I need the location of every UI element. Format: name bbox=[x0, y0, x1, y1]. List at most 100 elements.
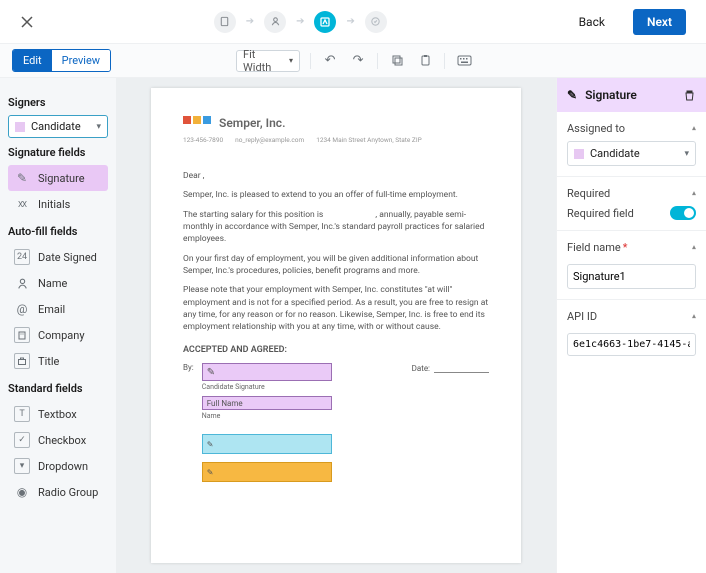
doc-meta: 123-456-7890 no_reply@example.com 1234 M… bbox=[183, 136, 489, 144]
signature-fields-heading: Signature fields bbox=[8, 146, 108, 159]
required-heading: Required▾ bbox=[567, 187, 696, 200]
field-company[interactable]: Company bbox=[8, 322, 108, 348]
placed-field-orange[interactable]: ✎ bbox=[202, 462, 332, 482]
doc-company: Semper, Inc. bbox=[219, 116, 285, 130]
step-signer-icon bbox=[264, 11, 286, 33]
field-label: Checkbox bbox=[38, 434, 86, 447]
radio-icon: ◉ bbox=[14, 484, 30, 500]
pen-icon: ✎ bbox=[207, 440, 214, 449]
at-icon: @ bbox=[14, 301, 30, 317]
next-button[interactable]: Next bbox=[633, 9, 686, 35]
mode-tabs: Edit Preview bbox=[12, 49, 111, 72]
step-review-icon bbox=[365, 11, 387, 33]
clipboard-icon[interactable] bbox=[416, 52, 434, 70]
chevron-down-icon: ▾ bbox=[96, 122, 101, 132]
building-icon bbox=[14, 327, 30, 343]
signer-select[interactable]: Candidate ▾ bbox=[8, 115, 108, 138]
placed-signature-field[interactable]: ✎ bbox=[202, 363, 332, 381]
field-email[interactable]: @ Email bbox=[8, 296, 108, 322]
placed-field-blue[interactable]: ✎ bbox=[202, 434, 332, 454]
assignee-label: Candidate bbox=[590, 147, 640, 160]
field-title[interactable]: Title bbox=[8, 348, 108, 374]
delete-icon[interactable] bbox=[683, 89, 696, 102]
doc-paragraph: Please note that your employment with Se… bbox=[183, 284, 489, 333]
redo-icon[interactable]: ↷ bbox=[349, 52, 367, 70]
checkbox-icon: ✓ bbox=[14, 432, 30, 448]
field-label: Title bbox=[38, 355, 59, 368]
required-toggle[interactable] bbox=[670, 206, 696, 220]
field-label: Dropdown bbox=[38, 460, 88, 473]
required-label: Required field bbox=[567, 207, 634, 220]
undo-icon[interactable]: ↶ bbox=[321, 52, 339, 70]
assignee-select[interactable]: Candidate ▾ bbox=[567, 141, 696, 166]
pen-icon: ✎ bbox=[207, 367, 215, 378]
document-page: Semper, Inc. 123-456-7890 no_reply@examp… bbox=[151, 88, 521, 563]
field-name[interactable]: Name bbox=[8, 270, 108, 296]
api-id-label: API ID▾ bbox=[567, 310, 696, 323]
document-canvas[interactable]: Semper, Inc. 123-456-7890 no_reply@examp… bbox=[116, 78, 556, 573]
doc-date-label: Date: bbox=[412, 364, 430, 373]
textbox-icon: T bbox=[14, 406, 30, 422]
assigned-to-label: Assigned to▾ bbox=[567, 122, 696, 135]
signers-heading: Signers bbox=[8, 96, 108, 109]
tab-edit[interactable]: Edit bbox=[13, 50, 52, 71]
pen-icon: ✎ bbox=[207, 468, 214, 477]
close-icon[interactable] bbox=[20, 15, 36, 29]
field-signature[interactable]: ✎ Signature bbox=[8, 165, 108, 191]
dropdown-icon: ▾ bbox=[14, 458, 30, 474]
field-textbox[interactable]: T Textbox bbox=[8, 401, 108, 427]
tab-preview[interactable]: Preview bbox=[52, 50, 110, 71]
briefcase-icon bbox=[14, 353, 30, 369]
doc-paragraph: The starting salary for this position is… bbox=[183, 209, 489, 246]
doc-paragraph: On your first day of employment, you wil… bbox=[183, 253, 489, 278]
field-label: Initials bbox=[38, 198, 70, 211]
step-document-icon bbox=[214, 11, 236, 33]
field-name-label: Field name* ▾ bbox=[567, 241, 696, 254]
field-name-input[interactable] bbox=[567, 264, 696, 289]
back-button[interactable]: Back bbox=[565, 9, 619, 35]
field-dropdown[interactable]: ▾ Dropdown bbox=[8, 453, 108, 479]
chevron-right-icon: ➔ bbox=[296, 16, 304, 27]
signer-swatch bbox=[15, 122, 25, 132]
signer-swatch bbox=[574, 149, 584, 159]
doc-paragraph: Semper, Inc. is pleased to extend to you… bbox=[183, 189, 489, 201]
doc-accepted-heading: ACCEPTED AND AGREED: bbox=[183, 345, 489, 355]
placed-name-field[interactable]: Full Name bbox=[202, 396, 332, 410]
chevron-right-icon: ➔ bbox=[346, 16, 354, 27]
step-fields-icon bbox=[314, 11, 336, 33]
chevron-up-icon: ▾ bbox=[692, 189, 696, 198]
logo-icon bbox=[183, 116, 211, 124]
chevron-up-icon: ▾ bbox=[692, 124, 696, 133]
field-date-signed[interactable]: 24 Date Signed bbox=[8, 244, 108, 270]
properties-panel: ✎ Signature Assigned to▾ Candidate ▾ Req… bbox=[556, 78, 706, 573]
autofill-heading: Auto-fill fields bbox=[8, 225, 108, 238]
chevron-right-icon: ➔ bbox=[246, 16, 254, 27]
field-initials[interactable]: XX Initials bbox=[8, 191, 108, 217]
field-radio-group[interactable]: ◉ Radio Group bbox=[8, 479, 108, 505]
standard-fields-heading: Standard fields bbox=[8, 382, 108, 395]
field-checkbox[interactable]: ✓ Checkbox bbox=[8, 427, 108, 453]
field-label: Company bbox=[38, 329, 85, 342]
chevron-up-icon: ▾ bbox=[692, 312, 696, 321]
field-label: Email bbox=[38, 303, 65, 316]
field-label: Textbox bbox=[38, 408, 77, 421]
copy-icon[interactable] bbox=[388, 52, 406, 70]
zoom-select[interactable]: Fit Width ▾ bbox=[236, 50, 300, 72]
chevron-down-icon: ▾ bbox=[289, 56, 293, 65]
keyboard-icon[interactable] bbox=[455, 52, 473, 70]
signer-selected-label: Candidate bbox=[31, 120, 81, 133]
doc-sig-label: Candidate Signature bbox=[202, 383, 332, 391]
api-id-input[interactable] bbox=[567, 333, 696, 356]
initials-icon: XX bbox=[14, 196, 30, 212]
field-label: Date Signed bbox=[38, 251, 97, 264]
calendar-icon: 24 bbox=[14, 249, 30, 265]
toolbar: Edit Preview Fit Width ▾ ↶ ↷ bbox=[0, 44, 706, 78]
doc-by-label: By: bbox=[183, 363, 194, 372]
doc-date-line bbox=[434, 363, 489, 373]
properties-header: ✎ Signature bbox=[557, 78, 706, 112]
zoom-label: Fit Width bbox=[243, 48, 273, 74]
chevron-up-icon: ▾ bbox=[692, 243, 696, 252]
pen-icon: ✎ bbox=[567, 88, 577, 102]
doc-name-value: Full Name bbox=[207, 399, 243, 408]
chevron-down-icon: ▾ bbox=[684, 149, 689, 159]
